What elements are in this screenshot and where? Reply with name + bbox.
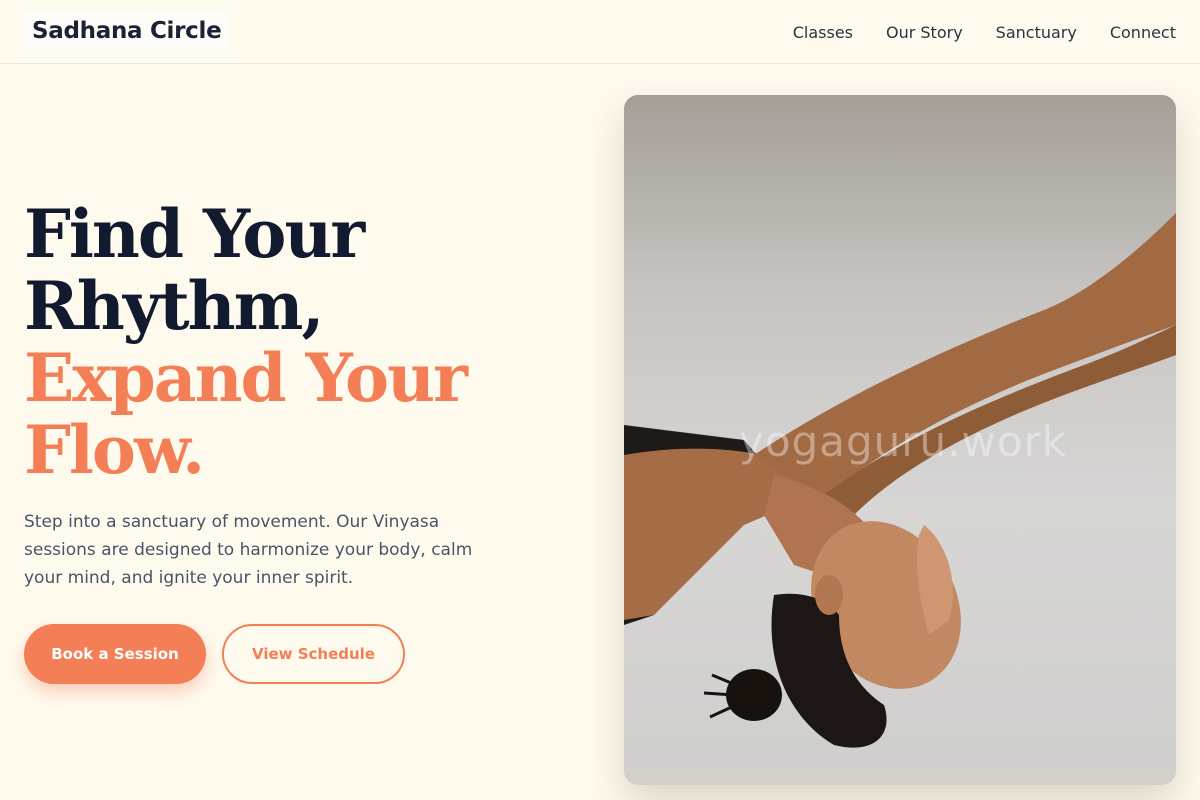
hero-title-line: Rhythm, [24, 267, 324, 345]
top-navbar: Sadhana Circle Classes Our Story Sanctua… [0, 0, 1200, 64]
book-session-button[interactable]: Book a Session [24, 624, 206, 684]
hero-title-accent-line: Expand Your [24, 339, 468, 417]
hero-title-line: Find Your [24, 195, 365, 273]
hero-yoga-photo: yogaguru.work [624, 95, 1176, 785]
view-schedule-button[interactable]: View Schedule [222, 624, 405, 684]
brand-logo[interactable]: Sadhana Circle [24, 12, 230, 50]
nav-item-sanctuary[interactable]: Sanctuary [996, 23, 1077, 42]
hero-title: Find Your Rhythm, Expand Your Flow. [24, 198, 584, 486]
nav-item-connect[interactable]: Connect [1110, 23, 1176, 42]
hero-title-accent-line: Flow. [24, 411, 205, 489]
hero-description: Step into a sanctuary of movement. Our V… [24, 512, 473, 588]
nav-item-our-story[interactable]: Our Story [886, 23, 963, 42]
main-nav: Classes Our Story Sanctuary Connect [793, 0, 1176, 64]
image-watermark: yogaguru.work [739, 417, 1068, 466]
nav-item-classes[interactable]: Classes [793, 23, 853, 42]
